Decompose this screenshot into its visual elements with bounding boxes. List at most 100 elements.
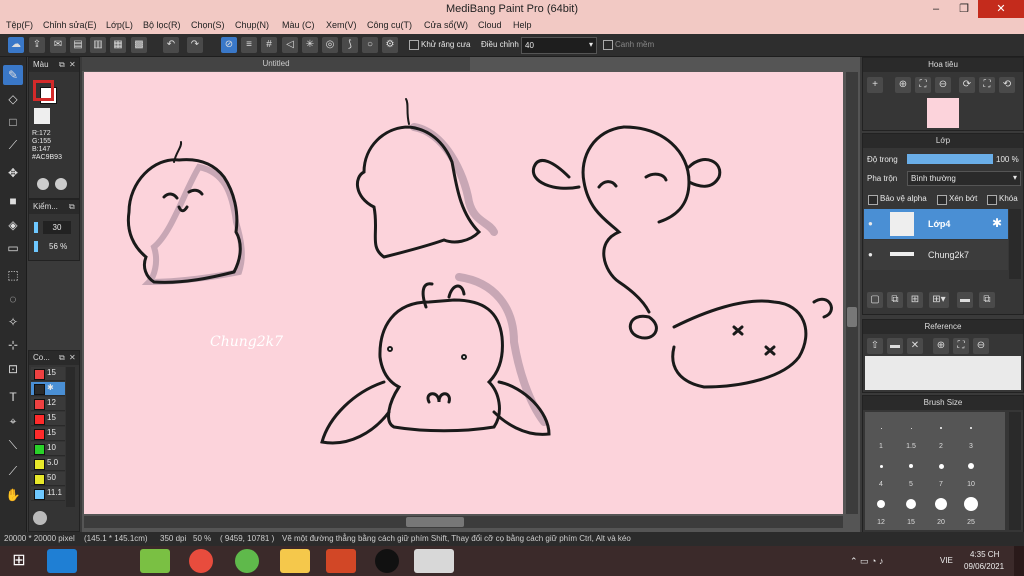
zoom-in-icon[interactable]: ⊕ bbox=[933, 338, 949, 354]
menu-help[interactable]: Help bbox=[513, 20, 532, 30]
folder-icon[interactable]: ▬ bbox=[957, 292, 973, 308]
ellipse-snap-icon[interactable]: ○ bbox=[362, 37, 378, 53]
rotate-icon[interactable]: ⟳ bbox=[959, 77, 975, 93]
redo-icon[interactable]: ↷ bbox=[187, 37, 203, 53]
vertical-scroll-thumb[interactable] bbox=[847, 307, 857, 327]
menu-tools[interactable]: Công cụ(T) bbox=[367, 20, 412, 30]
horizontal-scroll-thumb[interactable] bbox=[406, 517, 464, 527]
brush-size-option[interactable]: 12 bbox=[867, 490, 895, 526]
palette-icon[interactable] bbox=[37, 178, 49, 190]
system-tray-icons[interactable]: ⌃ ▭ ◔ ♪ bbox=[850, 556, 883, 567]
document-tab[interactable]: Untitled bbox=[82, 57, 470, 71]
windows-start-icon[interactable]: ⊞ bbox=[4, 549, 34, 573]
layer-menu-icon[interactable]: ⊞▾ bbox=[929, 292, 949, 308]
brush-size-option[interactable]: 4 bbox=[867, 452, 895, 488]
close-icon[interactable]: ✕ bbox=[69, 351, 76, 365]
brush-size-option[interactable]: 7 bbox=[927, 452, 955, 488]
reference-preview[interactable] bbox=[865, 356, 1021, 390]
brush-size-option[interactable]: 1 bbox=[867, 414, 895, 450]
brush-size-option[interactable]: 2 bbox=[927, 414, 955, 450]
lock-checkbox[interactable] bbox=[987, 195, 997, 205]
color-wheel-icon[interactable] bbox=[55, 178, 67, 190]
duplicate-icon[interactable]: ⧉ bbox=[979, 292, 995, 308]
soft-edge-checkbox[interactable] bbox=[603, 40, 613, 50]
menu-color[interactable]: Màu (C) bbox=[282, 20, 315, 30]
lasso-tool-icon[interactable]: ◌ bbox=[3, 289, 23, 309]
copy-layer-icon[interactable]: ⧉ bbox=[887, 292, 903, 308]
color-list-item[interactable]: 10 bbox=[31, 442, 65, 456]
eraser-tool-icon[interactable]: ◇ bbox=[3, 89, 23, 109]
popout-icon[interactable]: ⧉ bbox=[69, 200, 75, 214]
brush-size-scrollbar[interactable] bbox=[1009, 412, 1021, 530]
text-tool-icon[interactable]: T bbox=[3, 387, 23, 407]
fit-icon[interactable]: ⛶ bbox=[915, 77, 931, 93]
close-icon[interactable]: ✕ bbox=[69, 58, 76, 72]
blend-select[interactable]: Bình thường ▾ bbox=[907, 171, 1021, 186]
zoom-out-icon[interactable]: ⊖ bbox=[935, 77, 951, 93]
fill-rect-tool-icon[interactable]: ■ bbox=[3, 191, 23, 211]
circle-snap-icon[interactable]: ◎ bbox=[322, 37, 338, 53]
medibang-taskbar-icon[interactable] bbox=[414, 549, 454, 573]
merge-layer-icon[interactable]: ⊞ bbox=[907, 292, 923, 308]
layer-opacity-slider[interactable] bbox=[907, 154, 993, 164]
menu-view[interactable]: Xem(V) bbox=[326, 20, 357, 30]
size-value[interactable]: 30 bbox=[43, 221, 71, 234]
select-pen-icon[interactable]: ⊹ bbox=[3, 335, 23, 355]
eye-icon[interactable]: ● bbox=[868, 219, 873, 228]
color-list-item[interactable]: 15 bbox=[31, 412, 65, 426]
color-list-item[interactable]: 11.1 bbox=[31, 487, 65, 501]
rectangle-tool-icon[interactable]: □ bbox=[3, 112, 23, 132]
fit-icon[interactable]: ⛶ bbox=[953, 338, 969, 354]
settings-icon[interactable]: ⚙ bbox=[382, 37, 398, 53]
curve-snap-icon[interactable]: ⟆ bbox=[342, 37, 358, 53]
color-list-item[interactable]: 5.0 bbox=[31, 457, 65, 471]
layer-row[interactable]: ● Lớp4 ✱ bbox=[864, 209, 1008, 239]
color-list-item[interactable]: 12 bbox=[31, 397, 65, 411]
menu-layer[interactable]: Lớp(L) bbox=[106, 20, 133, 30]
zoom-in-icon[interactable]: + bbox=[867, 77, 883, 93]
internet-explorer-icon[interactable] bbox=[47, 549, 77, 573]
menu-edit[interactable]: Chỉnh sửa(E) bbox=[43, 20, 97, 30]
adjust-select[interactable]: 40 ▾ bbox=[521, 37, 597, 54]
gradient-tool-icon[interactable]: ▭ bbox=[3, 238, 23, 258]
horizontal-scrollbar[interactable] bbox=[84, 516, 843, 528]
show-desktop-button[interactable] bbox=[1014, 546, 1024, 576]
brush-size-option[interactable]: 5 bbox=[897, 452, 925, 488]
brush-size-option[interactable]: 3 bbox=[957, 414, 985, 450]
vanishing-point-icon[interactable]: ◁ bbox=[282, 37, 298, 53]
hand-tool-icon[interactable]: ✋ bbox=[3, 485, 23, 505]
undo-icon[interactable]: ↶ bbox=[163, 37, 179, 53]
actual-size-icon[interactable]: ⛶ bbox=[979, 77, 995, 93]
move-tool-icon[interactable]: ✥ bbox=[3, 163, 23, 183]
file-explorer-icon[interactable] bbox=[280, 549, 310, 573]
language-indicator[interactable]: VIE bbox=[940, 556, 953, 565]
brush-tool-icon[interactable]: ✎ bbox=[3, 65, 23, 85]
eyedropper-tool-icon[interactable]: ⟋ bbox=[3, 461, 23, 481]
share-icon[interactable]: ⇪ bbox=[29, 37, 45, 53]
opacity-slider[interactable] bbox=[34, 241, 38, 252]
tiktok-icon[interactable] bbox=[375, 549, 399, 573]
popout-icon[interactable]: ⧉ bbox=[59, 351, 65, 365]
protect-alpha-checkbox[interactable] bbox=[868, 195, 878, 205]
new-layer-icon[interactable]: ▢ bbox=[867, 292, 883, 308]
size-slider[interactable] bbox=[34, 222, 38, 233]
select-tool-icon[interactable]: ⬚ bbox=[3, 265, 23, 285]
close-button[interactable]: ✕ bbox=[978, 0, 1024, 18]
select-eraser-icon[interactable]: ⊡ bbox=[3, 359, 23, 379]
eye-icon[interactable]: ● bbox=[868, 250, 873, 259]
powerpoint-icon[interactable] bbox=[326, 549, 356, 573]
menu-select[interactable]: Chọn(S) bbox=[191, 20, 225, 30]
brush-size-option[interactable]: 25 bbox=[957, 490, 985, 526]
restore-button[interactable]: ❐ bbox=[950, 0, 978, 18]
menu-snap[interactable]: Chụp(N) bbox=[235, 20, 269, 30]
color-list-item[interactable]: 15 bbox=[31, 367, 65, 381]
color-list-item[interactable]: 15 bbox=[31, 427, 65, 441]
menu-window[interactable]: Cửa sổ(W) bbox=[424, 20, 468, 30]
color-list-item[interactable]: 50 bbox=[31, 472, 65, 486]
magic-wand-icon[interactable]: ✧ bbox=[3, 312, 23, 332]
gear-icon[interactable]: ✱ bbox=[992, 216, 1002, 230]
chat-icon[interactable]: ✉ bbox=[50, 37, 66, 53]
cloud-icon[interactable]: ☁ bbox=[8, 37, 24, 53]
page-list-icon[interactable]: ▦ bbox=[110, 37, 126, 53]
cross-snap-icon[interactable]: # bbox=[261, 37, 277, 53]
